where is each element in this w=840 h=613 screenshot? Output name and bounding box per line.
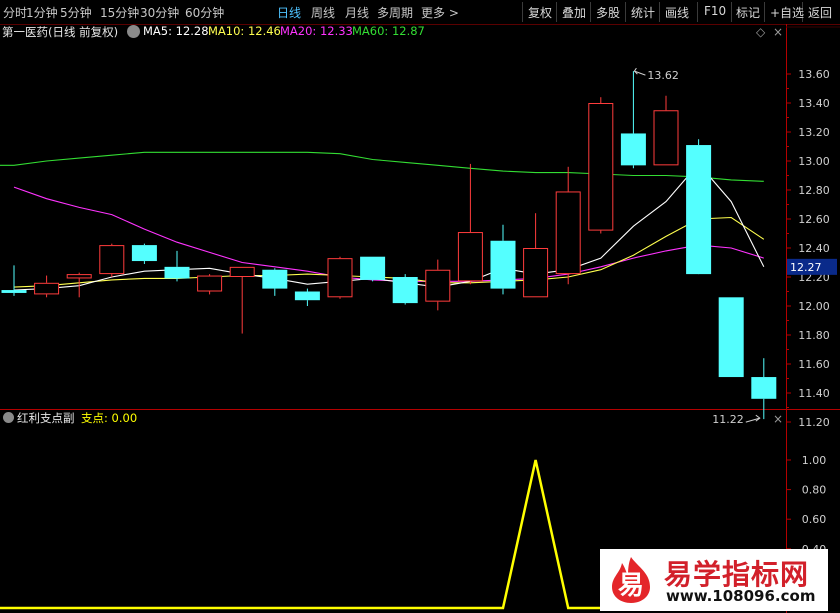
price-tick-label: 11.60 [798, 358, 830, 371]
candle-body-up [99, 245, 125, 275]
price-tick-label: 11.20 [798, 416, 830, 429]
kline-chart[interactable]: 11.2011.4011.6011.8012.0012.2012.4012.60… [0, 0, 840, 613]
price-tick-label: 12.00 [798, 300, 830, 313]
candle-body-up [653, 110, 679, 166]
watermark: 易 易学指标网 www.108096.com [600, 549, 828, 611]
low-marker-arrow [755, 414, 761, 422]
candle-body-down [294, 291, 320, 301]
candle-body-down [718, 297, 744, 378]
sub-tick-label: 0.80 [802, 484, 827, 497]
sub-tick-label: 1.00 [802, 454, 827, 467]
price-tick-label: 13.00 [798, 155, 830, 168]
candle-body-up [523, 248, 549, 298]
candle-body-down [262, 269, 288, 289]
price-tick-label: 12.40 [798, 242, 830, 255]
price-tick-label: 13.60 [798, 68, 830, 81]
candle-body-down [392, 277, 418, 304]
price-tick-label: 11.40 [798, 387, 830, 400]
ma-line-ma20 [13, 186, 764, 282]
ma-line-ma10 [13, 216, 765, 288]
candle-body-down [686, 145, 712, 275]
price-tick-label: 13.20 [798, 126, 830, 139]
candle-body-up [588, 103, 614, 231]
candle-body-down [1, 290, 27, 293]
low-price-label: 11.22 [712, 413, 744, 426]
candle-body-up [197, 275, 223, 292]
price-tick-label: 12.80 [798, 184, 830, 197]
current-price-label: 12.27 [790, 261, 822, 274]
ma-line-ma60 [0, 151, 764, 182]
logo-char: 易 [617, 571, 644, 601]
candle-body-up [34, 282, 60, 295]
candle-body-down [490, 240, 516, 289]
ma-line-ma5 [13, 163, 765, 291]
candle-body-up [457, 232, 483, 282]
sub-tick-label: 0.60 [802, 513, 827, 526]
candle-body-down [131, 245, 157, 262]
price-tick-label: 12.60 [798, 213, 830, 226]
candle-body-down [620, 133, 646, 166]
candle-body-down [751, 377, 777, 399]
high-marker-arrow [633, 67, 638, 75]
candle-body-down [360, 256, 386, 280]
high-price-label: 13.62 [647, 69, 679, 82]
price-tick-label: 13.40 [798, 97, 830, 110]
watermark-url: www.108096.com [666, 587, 816, 605]
candle-body-down [164, 266, 190, 279]
candle-body-up [66, 274, 92, 279]
candle-body-up [555, 191, 581, 275]
candle-body-up [425, 269, 451, 302]
price-tick-label: 11.80 [798, 329, 830, 342]
candle-body-up [327, 258, 353, 298]
candle-body-up [229, 266, 255, 278]
